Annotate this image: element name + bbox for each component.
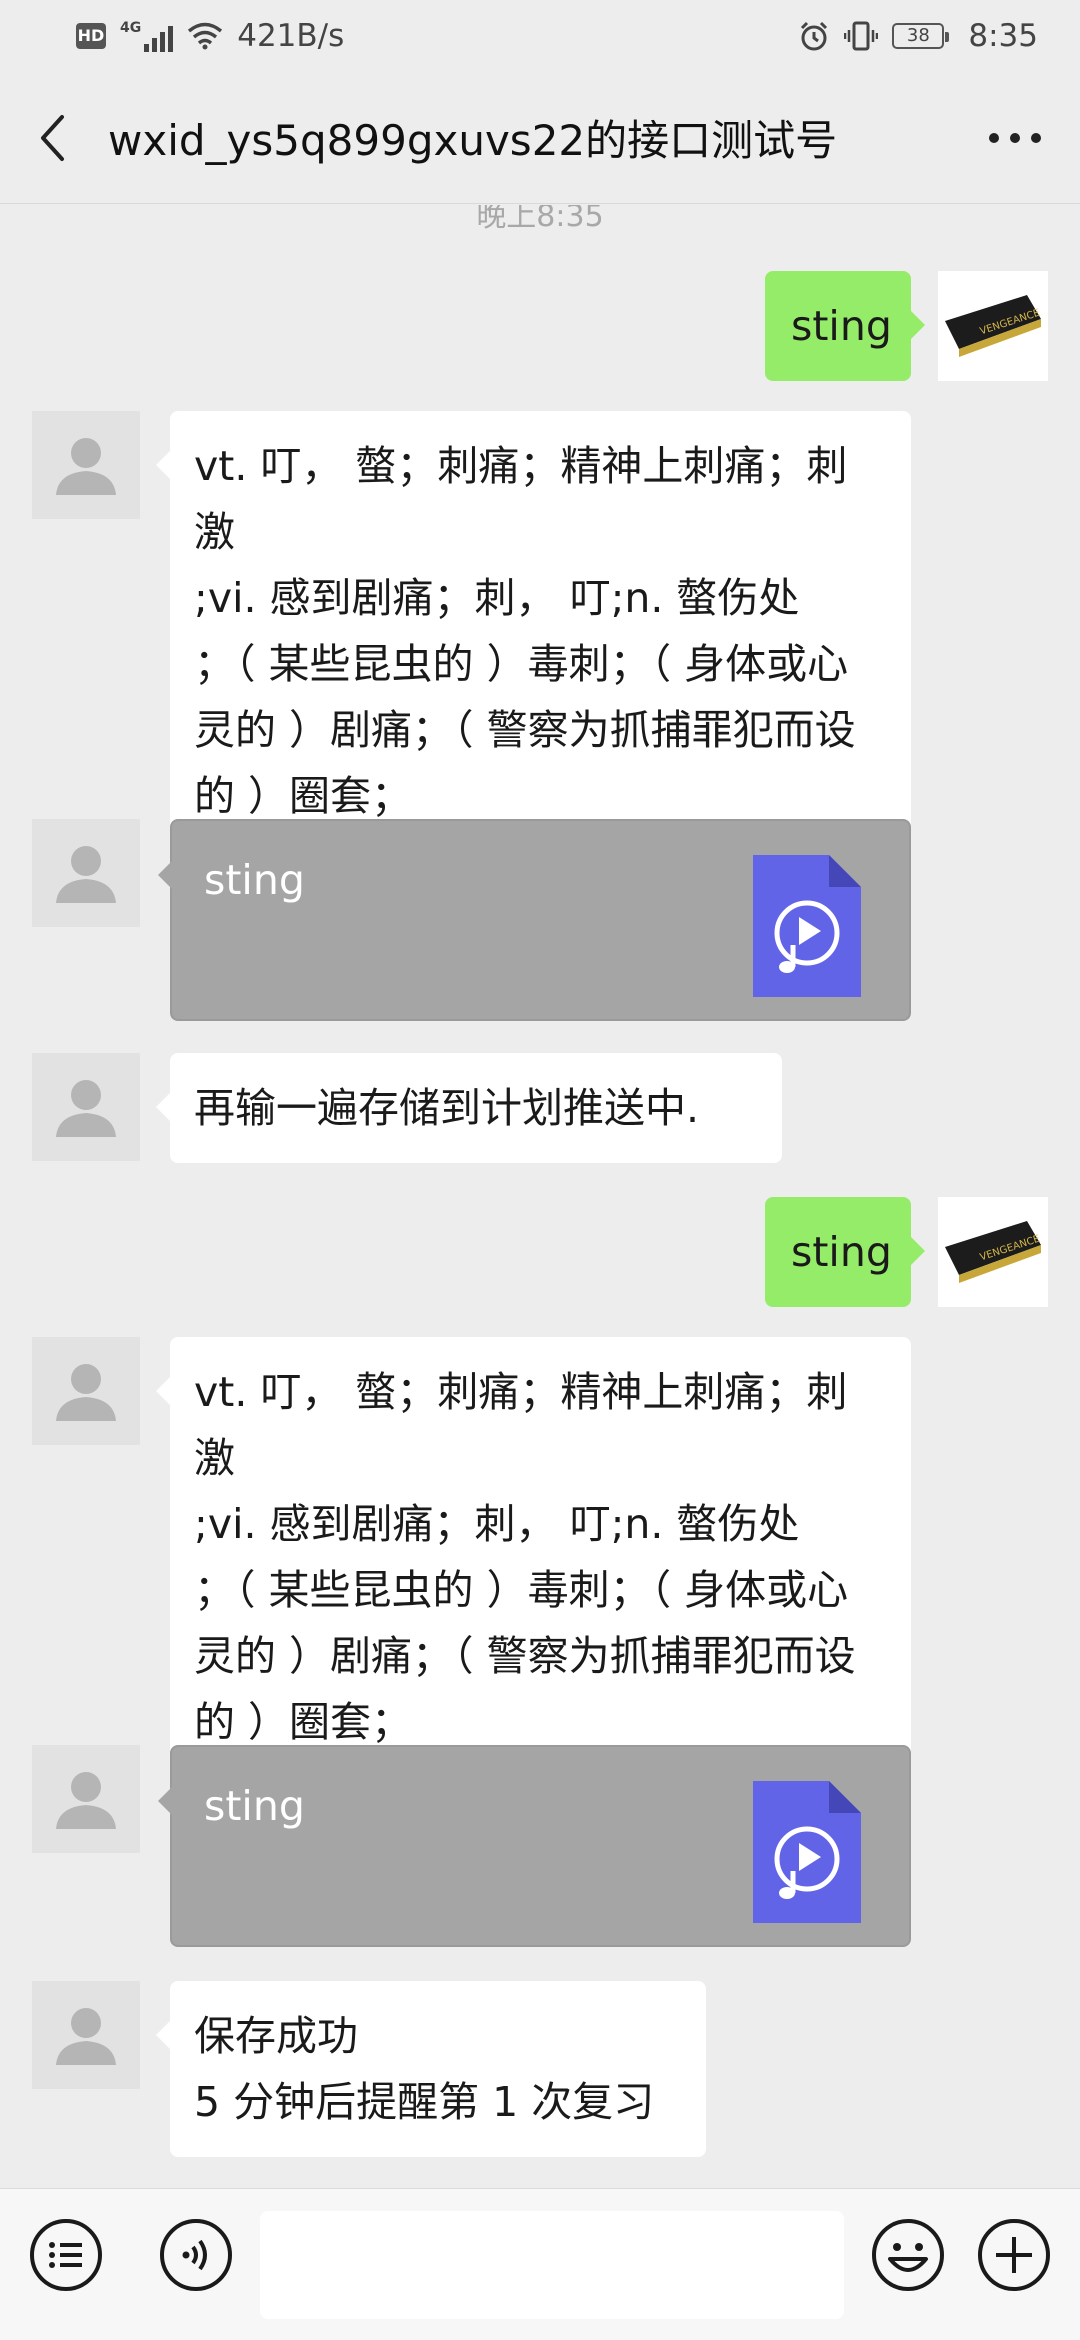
message-bubble-self[interactable]: sting (765, 271, 925, 381)
default-user-avatar-icon (56, 438, 116, 495)
message-text-line: 5 分钟后提醒第 1 次复习 (194, 2078, 655, 2126)
more-dots-icon (989, 132, 1041, 143)
alarm-icon (801, 21, 828, 51)
wifi-icon (188, 22, 223, 50)
message-text-line: ；（ 某些昆虫的 ）毒刺；（ 身体或心 (194, 640, 849, 688)
music-file-icon (753, 855, 861, 997)
contact-avatar[interactable] (32, 819, 140, 927)
chat-header: wxid_ys5q899gxuvs22的接口测试号 (0, 72, 1080, 204)
music-card[interactable]: sting (158, 1745, 911, 1947)
message-input[interactable] (260, 2211, 844, 2319)
message-text: sting (791, 302, 892, 350)
message-bubble-other[interactable]: vt. 叮， 螫；刺痛；精神上刺痛；刺激 ;vi. 感到剧痛；刺， 叮;n. 螫… (156, 1337, 911, 1777)
message-text: sting (791, 1228, 892, 1276)
music-card[interactable]: sting (158, 819, 911, 1021)
default-user-avatar-icon (56, 2008, 116, 2065)
message-row: vt. 叮， 螫；刺痛；精神上刺痛；刺激 ;vi. 感到剧痛；刺， 叮;n. 螫… (0, 411, 1080, 851)
add-button[interactable] (974, 2215, 1054, 2295)
list-menu-icon (30, 2219, 102, 2291)
contact-avatar[interactable] (32, 1981, 140, 2089)
message-row: sting (0, 819, 1080, 1021)
message-text-line: ;vi. 感到剧痛；刺， 叮;n. 螫伤处 (194, 574, 800, 622)
message-text-line: vt. 叮， 螫；刺痛；精神上刺痛；刺激 (194, 1368, 848, 1482)
default-user-avatar-icon (56, 846, 116, 903)
wechat-chat-screen: HD 4G 421B/s 38 8:35 wxid_ys5q899gxuvs22… (0, 0, 1080, 2340)
message-text-line: 灵的 ）剧痛；（ 警察为抓捕罪犯而设 (194, 1632, 856, 1680)
contact-avatar[interactable] (32, 411, 140, 519)
message-time-label: 晚上8:35 (476, 205, 604, 234)
status-time: 8:35 (968, 18, 1038, 54)
message-row: vt. 叮， 螫；刺痛；精神上刺痛；刺激 ;vi. 感到剧痛；刺， 叮;n. 螫… (0, 1337, 1080, 1777)
message-text-line: ；（ 某些昆虫的 ）毒刺；（ 身体或心 (194, 1566, 849, 1614)
status-right: 38 8:35 (798, 18, 1038, 54)
ram-module-avatar-icon: VENGEANCE (945, 295, 1041, 357)
voice-button[interactable] (156, 2215, 236, 2295)
message-text-line: 灵的 ）剧痛；（ 警察为抓捕罪犯而设 (194, 706, 856, 754)
menu-button[interactable] (26, 2215, 106, 2295)
chat-title: wxid_ys5q899gxuvs22的接口测试号 (108, 116, 838, 165)
message-bubble-other[interactable]: 保存成功 5 分钟后提醒第 1 次复习 (156, 1981, 706, 2157)
self-avatar[interactable]: VENGEANCE (938, 271, 1048, 381)
message-list[interactable]: 晚上8:35 sting VENGEANCE vt. 叮， 螫；刺痛；精神上刺痛… (0, 205, 1080, 2187)
message-row: sting (0, 1745, 1080, 1947)
ram-module-avatar-icon: VENGEANCE (945, 1221, 1041, 1283)
message-text-line: vt. 叮， 螫；刺痛；精神上刺痛；刺激 (194, 442, 848, 556)
chevron-left-icon (41, 114, 64, 161)
battery-indicator: 38 (892, 23, 950, 49)
contact-avatar[interactable] (32, 1053, 140, 1161)
message-text-line: 保存成功 (194, 2012, 358, 2060)
message-row: 保存成功 5 分钟后提醒第 1 次复习 (0, 1981, 1080, 2157)
status-left: HD 4G 421B/s (76, 18, 344, 54)
status-bar: HD 4G 421B/s 38 8:35 (0, 0, 1080, 72)
message-row: 再输一遍存储到计划推送中. (0, 1053, 1080, 1163)
network-speed: 421B/s (237, 18, 345, 54)
emoji-button[interactable] (868, 2215, 948, 2295)
chat-input-bar (0, 2188, 1080, 2340)
more-button[interactable] (980, 106, 1050, 170)
message-row: sting VENGEANCE (0, 1197, 1080, 1307)
back-button[interactable] (30, 106, 74, 170)
message-text-line: 再输一遍存储到计划推送中. (194, 1084, 700, 1132)
contact-avatar[interactable] (32, 1745, 140, 1853)
music-file-icon (753, 1781, 861, 1923)
voice-icon (160, 2219, 232, 2291)
contact-avatar[interactable] (32, 1337, 140, 1445)
network-signal-icon: 4G (120, 20, 174, 52)
default-user-avatar-icon (56, 1772, 116, 1829)
message-row: sting VENGEANCE (0, 271, 1080, 381)
self-avatar[interactable]: VENGEANCE (938, 1197, 1048, 1307)
emoji-icon (872, 2219, 944, 2291)
message-text-line: ;vi. 感到剧痛；刺， 叮;n. 螫伤处 (194, 1500, 800, 1548)
message-bubble-self[interactable]: sting (765, 1197, 925, 1307)
vibrate-icon (844, 21, 879, 51)
hd-badge: HD (76, 23, 106, 49)
plus-circle-icon (978, 2219, 1050, 2291)
default-user-avatar-icon (56, 1080, 116, 1137)
default-user-avatar-icon (56, 1364, 116, 1421)
message-bubble-other[interactable]: vt. 叮， 螫；刺痛；精神上刺痛；刺激 ;vi. 感到剧痛；刺， 叮;n. 螫… (156, 411, 911, 851)
network-type: 4G (120, 20, 142, 36)
message-bubble-other[interactable]: 再输一遍存储到计划推送中. (156, 1053, 782, 1163)
